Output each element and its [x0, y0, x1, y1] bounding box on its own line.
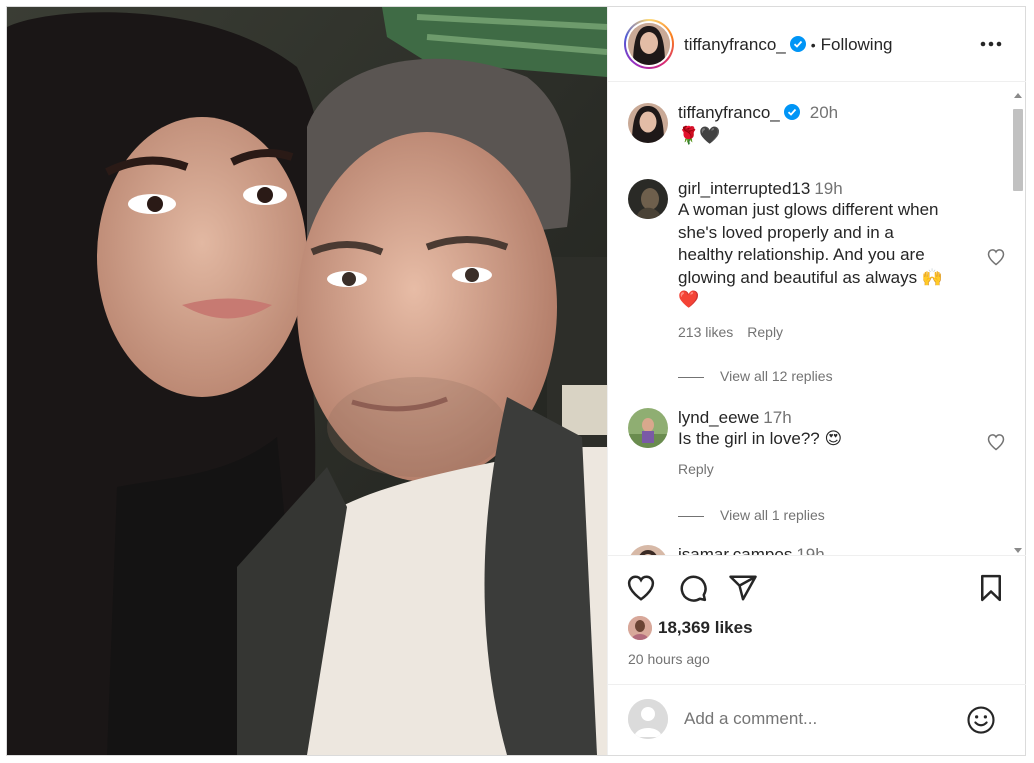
following-button[interactable]: Following: [821, 35, 893, 54]
caption-time[interactable]: 20h: [810, 103, 838, 122]
liker-avatar: [628, 616, 652, 640]
post-header: tiffanyfranco_ • Following: [608, 7, 1026, 82]
commenter-username[interactable]: isamar.campos: [678, 545, 792, 555]
comments-list[interactable]: tiffanyfranco_ 20h 🌹🖤 girl_interrupted13 1…: [608, 83, 1026, 555]
post-author-header: tiffanyfranco_ • Following: [684, 35, 892, 55]
caption-text: 🌹🖤: [678, 126, 721, 145]
comment-time[interactable]: 17h: [763, 408, 791, 427]
comment-text-line: ❤️: [678, 290, 700, 309]
caption-author-avatar[interactable]: [628, 103, 668, 143]
bookmark-icon[interactable]: [976, 573, 1006, 603]
separator-dot: •: [810, 37, 816, 53]
reply-button[interactable]: Reply: [678, 461, 714, 477]
reply-button[interactable]: Reply: [747, 324, 783, 340]
comment-likes[interactable]: 213 likes: [678, 324, 733, 340]
comment-time[interactable]: 19h: [796, 545, 824, 555]
comment-like-heart-icon[interactable]: [986, 432, 1006, 452]
post-actions: 18,369 likes 20 hours ago: [608, 555, 1026, 755]
view-replies-button[interactable]: View all 1 replies: [678, 507, 825, 523]
heart-icon[interactable]: [626, 573, 656, 603]
share-icon[interactable]: [728, 573, 758, 603]
commenter-avatar[interactable]: [628, 408, 668, 448]
couple-selfie-image: [7, 7, 607, 755]
comment-time[interactable]: 19h: [814, 179, 842, 198]
commenter-avatar[interactable]: [628, 179, 668, 219]
commenter-avatar[interactable]: [628, 545, 668, 555]
comment-input[interactable]: [684, 709, 944, 729]
comment-text-line: she's loved properly and in a: [678, 222, 894, 242]
replies-divider-line: [678, 376, 704, 378]
more-options-icon[interactable]: [978, 31, 1004, 57]
post-side-panel: tiffanyfranco_ • Following tiffanyfranco_ 2…: [607, 7, 1026, 755]
verified-badge-icon: [783, 104, 800, 120]
current-user-avatar: [628, 699, 668, 739]
comments-scrollbar[interactable]: [1012, 89, 1024, 555]
post-modal: tiffanyfranco_ • Following tiffanyfranco_ 2…: [6, 6, 1026, 756]
view-replies-button[interactable]: View all 12 replies: [678, 368, 833, 384]
comment-text-line: glowing and beautiful as always 🙌: [678, 267, 943, 287]
post-photo[interactable]: [7, 7, 607, 755]
comment-like-heart-icon[interactable]: [986, 247, 1006, 267]
replies-divider-line: [678, 515, 704, 517]
scrollbar-thumb[interactable]: [1013, 109, 1023, 191]
emoji-icon[interactable]: [966, 705, 996, 735]
commenter-username[interactable]: lynd_eewe: [678, 408, 759, 427]
comment-icon[interactable]: [678, 573, 708, 603]
caption-username[interactable]: tiffanyfranco_: [678, 103, 780, 122]
commenter-username[interactable]: girl_interrupted13: [678, 179, 810, 198]
comment-text-line: A woman just glows different when: [678, 200, 939, 219]
view-replies-label: View all 1 replies: [720, 507, 825, 523]
scroll-up-arrow-icon[interactable]: [1014, 93, 1022, 98]
comment-text-line: healthy relationship. And you are: [678, 245, 925, 264]
add-comment-bar: [608, 684, 1026, 754]
author-avatar[interactable]: [624, 19, 674, 69]
likes-count[interactable]: 18,369 likes: [658, 618, 753, 638]
posted-time[interactable]: 20 hours ago: [628, 651, 710, 667]
scroll-down-arrow-icon[interactable]: [1014, 548, 1022, 553]
view-replies-label: View all 12 replies: [720, 368, 833, 384]
comment-text-line: Is the girl in love?? 😍: [678, 429, 843, 448]
author-username-link[interactable]: tiffanyfranco_: [684, 35, 786, 54]
verified-badge-icon: [789, 36, 806, 52]
